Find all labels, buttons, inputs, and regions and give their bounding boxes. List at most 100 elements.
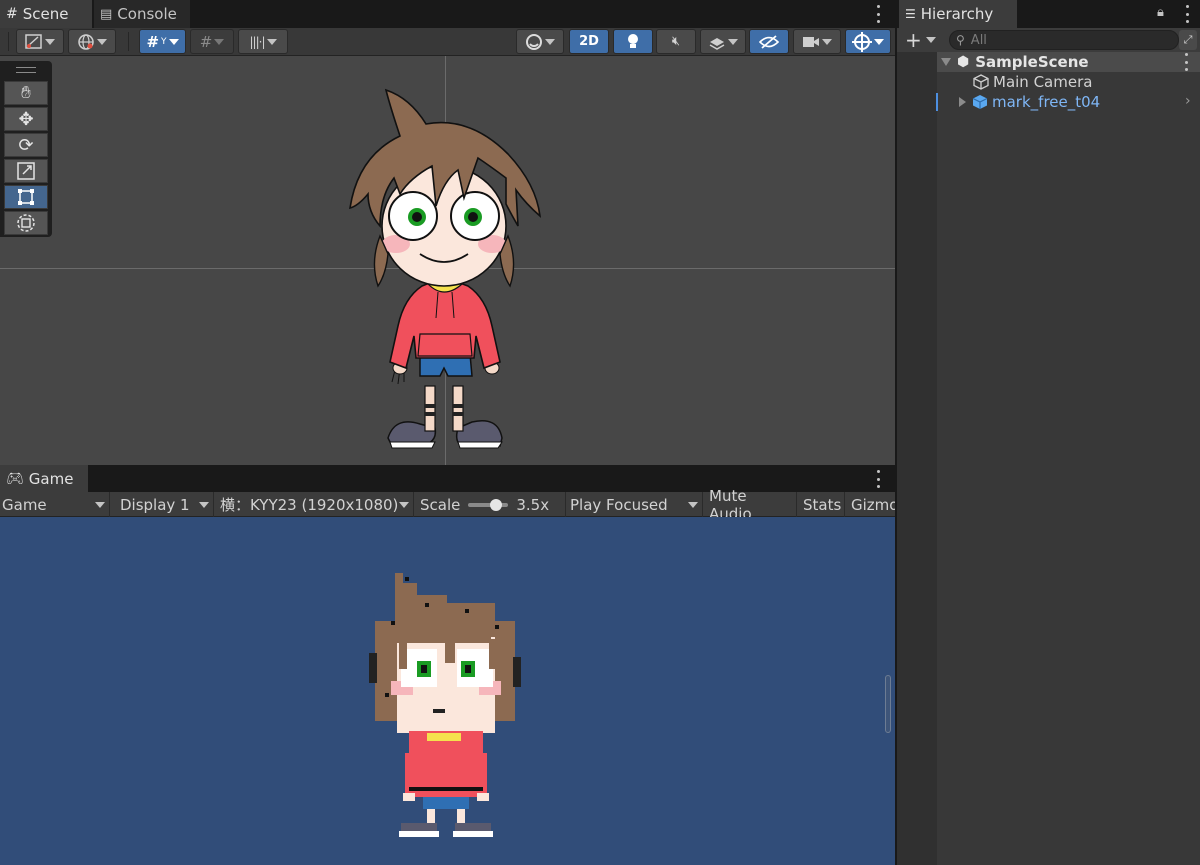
list-icon: ☰ <box>905 7 916 21</box>
tab-game-label: Game <box>28 469 74 488</box>
stats-label: Stats <box>803 495 842 514</box>
view-select-dropdown[interactable]: Game <box>0 492 110 517</box>
chevron-down-icon <box>266 38 277 45</box>
audio-toggle-button[interactable]: 🔇︎ <box>656 29 696 54</box>
snap-grid-icon: # <box>199 32 213 51</box>
game-view-scrollbar[interactable] <box>885 675 891 733</box>
move-tool-button[interactable]: ✥ <box>4 107 48 131</box>
hierarchy-tabbar: ☰ Hierarchy 🔒︎ <box>897 0 1200 28</box>
lock-icon[interactable]: 🔒︎ <box>1157 5 1164 20</box>
play-mode-dropdown[interactable]: Play Focused <box>566 492 703 517</box>
expand-arrow-icon[interactable] <box>941 58 951 66</box>
tab-scene-label: Scene <box>22 5 69 23</box>
game-panel: 🎮︎ Game Game Display 1 横：KYY23 (1920x108… <box>0 465 895 865</box>
rect-tool-button[interactable] <box>4 185 48 209</box>
game-panel-menu-icon[interactable] <box>875 470 881 488</box>
mode-2d-button[interactable]: 2D <box>569 29 609 54</box>
chevron-down-icon <box>214 38 225 45</box>
gameobject-cube-icon <box>973 74 989 90</box>
hierarchy-scene-row[interactable]: ⬢ SampleScene <box>937 52 1200 72</box>
hierarchy-menu-icon[interactable] <box>1184 5 1190 23</box>
hierarchy-list: ⬢ SampleScene Main Camera mark_free_t04 … <box>897 52 1200 865</box>
scale-value: 3.5x <box>516 495 550 514</box>
tab-scene[interactable]: # Scene <box>0 0 92 28</box>
camera-settings-dropdown[interactable] <box>793 29 841 54</box>
tab-console-label: Console <box>117 5 177 23</box>
character-sprite-scene[interactable] <box>340 86 550 465</box>
toolbar-separator <box>8 32 9 51</box>
hierarchy-item-mark-free-t04[interactable]: mark_free_t04 › <box>937 92 1200 112</box>
lightbulb-icon <box>628 33 638 48</box>
gizmo-crosshair-icon <box>852 31 872 52</box>
chevron-down-icon <box>97 38 107 45</box>
draw-mode-dropdown[interactable] <box>16 29 64 54</box>
layers-icon <box>709 37 725 50</box>
grid-snap-icon: # <box>146 32 160 51</box>
shading-mode-dropdown[interactable] <box>516 29 564 54</box>
toolbar-separator <box>128 32 129 51</box>
speaker-muted-icon: 🔇︎ <box>671 34 681 49</box>
stats-button[interactable]: Stats <box>797 492 845 517</box>
chevron-down-icon <box>168 38 179 45</box>
chevron-down-icon <box>95 501 105 508</box>
search-options-button[interactable]: ⤢ <box>1179 30 1197 50</box>
game-viewport[interactable] <box>0 517 895 865</box>
scene-row-menu-icon[interactable] <box>1183 53 1189 71</box>
game-toolbar: Game Display 1 横：KYY23 (1920x1080) Scale… <box>0 487 895 523</box>
scale-slider[interactable] <box>468 498 509 511</box>
chevron-down-icon <box>728 38 738 45</box>
resolution-select-dropdown[interactable]: 横：KYY23 (1920x1080) <box>214 492 414 517</box>
hierarchy-item-main-camera[interactable]: Main Camera <box>937 72 1200 92</box>
display-select-dropdown[interactable]: Display 1 <box>110 492 214 517</box>
snap-increment-dropdown[interactable]: # <box>190 29 234 54</box>
expand-arrow-icon[interactable] <box>959 97 966 107</box>
video-camera-icon <box>803 36 819 47</box>
hierarchy-toolbar: + ⚲ All ⤢ <box>897 28 1200 52</box>
grid-icon: # <box>6 6 18 22</box>
chevron-right-icon[interactable]: › <box>1185 93 1191 109</box>
hand-icon: ✋︎ <box>21 83 31 103</box>
item-label: mark_free_t04 <box>992 93 1101 111</box>
view-select-value: Game <box>2 495 47 514</box>
filter-icon: ⤢ <box>1183 33 1193 46</box>
mode-2d-label: 2D <box>579 34 599 49</box>
hand-tool-button[interactable]: ✋︎ <box>4 81 48 105</box>
ruler-icon: |||·| <box>249 34 266 49</box>
grid-snapping-button[interactable]: # Y <box>139 29 186 54</box>
move-arrows-icon: ✥ <box>18 108 34 130</box>
create-dropdown[interactable]: + <box>905 30 936 50</box>
palette-grip-icon[interactable] <box>16 67 36 73</box>
lighting-toggle-button[interactable] <box>613 29 653 54</box>
rotate-tool-button[interactable]: ⟳ <box>4 133 48 157</box>
character-sprite-game[interactable] <box>365 573 525 843</box>
mute-audio-button[interactable]: Mute Audio <box>703 487 797 523</box>
item-label: Main Camera <box>993 73 1093 91</box>
scene-visibility-button[interactable] <box>749 29 789 54</box>
unity-scene-icon: ⬢ <box>957 54 970 70</box>
scene-viewport[interactable]: ✋︎ ✥ ⟳ <box>0 56 895 465</box>
scene-tabbar: # Scene ▤ Console <box>0 0 895 28</box>
tab-hierarchy-label: Hierarchy <box>920 5 994 23</box>
hierarchy-search-input[interactable]: ⚲ All <box>949 30 1179 50</box>
resolution-select-value: 横：KYY23 (1920x1080) <box>220 496 399 514</box>
effects-dropdown[interactable] <box>700 29 746 54</box>
scene-name: SampleScene <box>975 53 1089 71</box>
gizmos-dropdown[interactable] <box>845 29 891 54</box>
scale-tool-button[interactable] <box>4 159 48 183</box>
transform-tool-button[interactable] <box>4 211 48 235</box>
increment-snap-dropdown[interactable]: |||·| <box>238 29 288 54</box>
tab-game[interactable]: 🎮︎ Game <box>0 465 88 492</box>
tab-console[interactable]: ▤ Console <box>94 0 190 28</box>
gizmos-button[interactable]: Gizmo <box>845 492 895 517</box>
shading-sphere-icon <box>526 33 542 50</box>
scene-panel-menu-icon[interactable] <box>875 5 881 23</box>
chevron-down-icon <box>822 38 832 45</box>
tab-hierarchy[interactable]: ☰ Hierarchy <box>899 0 1017 28</box>
console-icon: ▤ <box>100 6 113 22</box>
scale-slider-thumb[interactable] <box>490 498 503 511</box>
chevron-down-icon <box>545 38 555 45</box>
scale-control: Scale 3.5x <box>414 492 566 517</box>
gamepad-icon: 🎮︎ <box>6 470 24 487</box>
global-view-dropdown[interactable] <box>68 29 116 54</box>
gizmos-label: Gizmo <box>851 495 895 514</box>
